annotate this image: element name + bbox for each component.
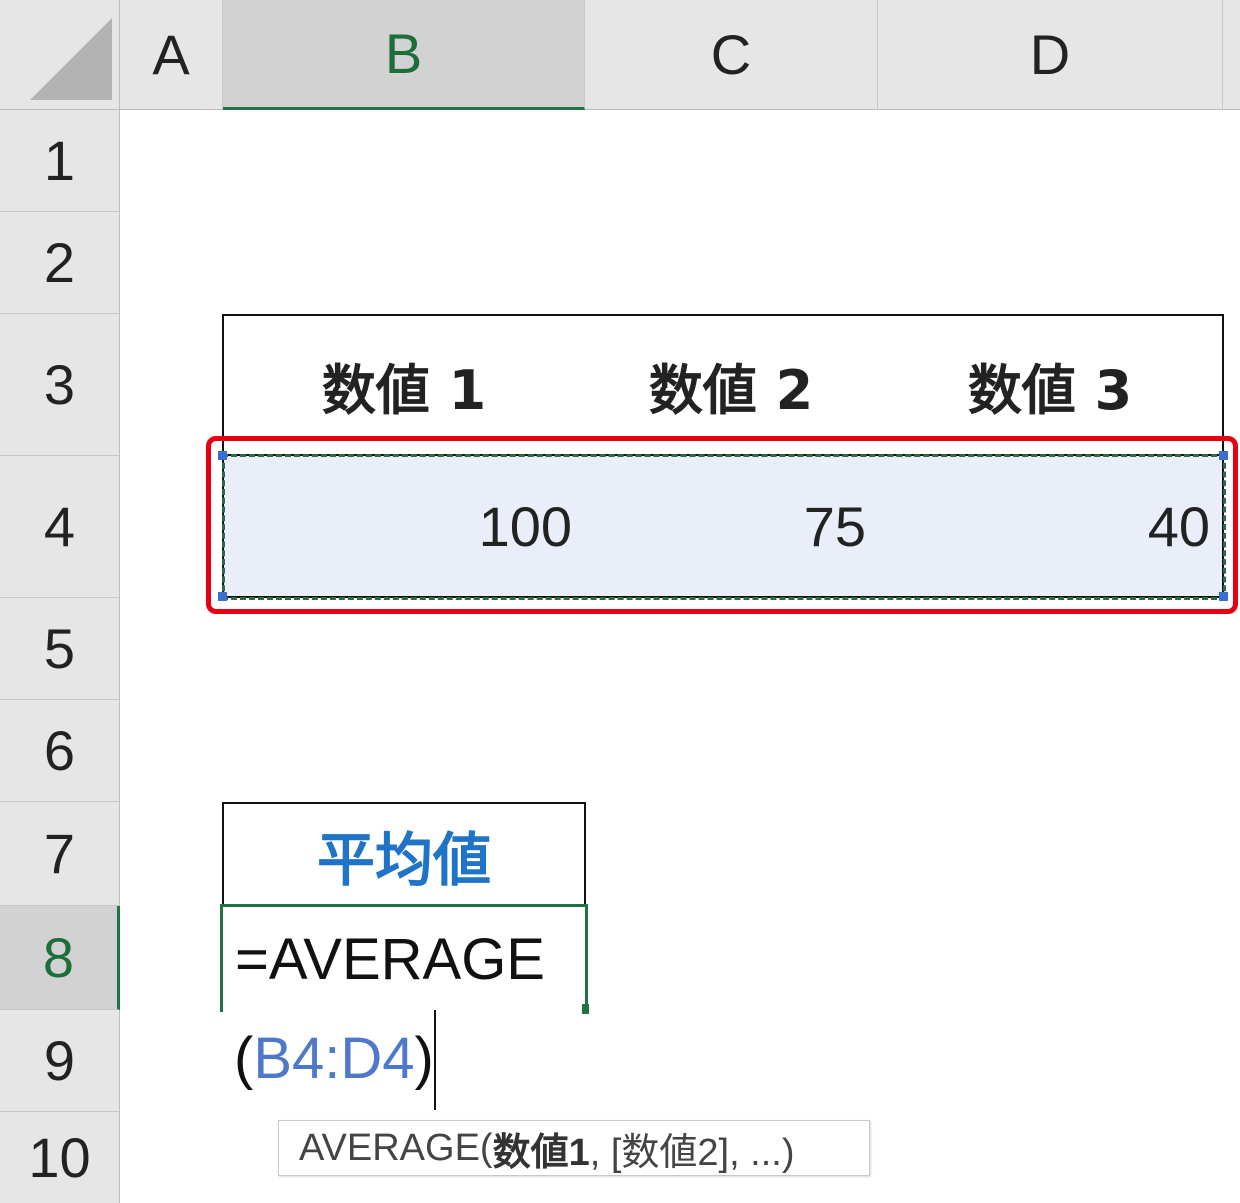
highlight-box [206,436,1238,614]
row-header-4[interactable]: 4 [0,456,120,598]
select-all-corner[interactable] [0,0,120,110]
column-header-b[interactable]: B [223,0,585,110]
row-header-7[interactable]: 7 [0,802,120,906]
formula-close-paren: ) [414,1025,434,1091]
row-header-9[interactable]: 9 [0,1010,120,1112]
row-header-8[interactable]: 8 [0,906,120,1010]
tooltip-function-name: AVERAGE( [299,1126,493,1169]
row-header-3[interactable]: 3 [0,314,120,456]
column-header-d[interactable]: D [878,0,1223,110]
row-header-6[interactable]: 6 [0,700,120,802]
fill-handle[interactable] [582,1004,589,1014]
tooltip-current-argument[interactable]: 数値1 [493,1121,590,1176]
row-header-2[interactable]: 2 [0,212,120,314]
column-header-c[interactable]: C [585,0,878,110]
row-header-10[interactable]: 10 [0,1112,120,1203]
row-header-5[interactable]: 5 [0,598,120,700]
tooltip-remaining-arguments: , [数値2], ...) [589,1131,795,1174]
table-header-value3[interactable]: 数値 3 [878,314,1224,456]
average-header[interactable]: 平均値 [222,802,586,908]
text-cursor [434,1010,436,1110]
function-argument-tooltip[interactable]: AVERAGE(数値1, [数値2], ...) [278,1120,870,1176]
table-header-value2[interactable]: 数値 2 [584,314,880,456]
column-header-e-partial[interactable] [1223,0,1240,110]
row-header-1[interactable]: 1 [0,110,120,212]
column-header-a[interactable]: A [120,0,223,110]
formula-open-paren: ( [234,1025,254,1091]
formula-cell-b8[interactable]: =AVERAGE [220,904,588,1012]
select-all-triangle-icon [30,18,112,100]
formula-range-reference: B4:D4 [253,1025,415,1091]
formula-text-line1: =AVERAGE [235,927,545,992]
table-header-value1[interactable]: 数値 1 [222,314,586,456]
formula-text-line2[interactable]: (B4:D4) [234,1022,434,1094]
